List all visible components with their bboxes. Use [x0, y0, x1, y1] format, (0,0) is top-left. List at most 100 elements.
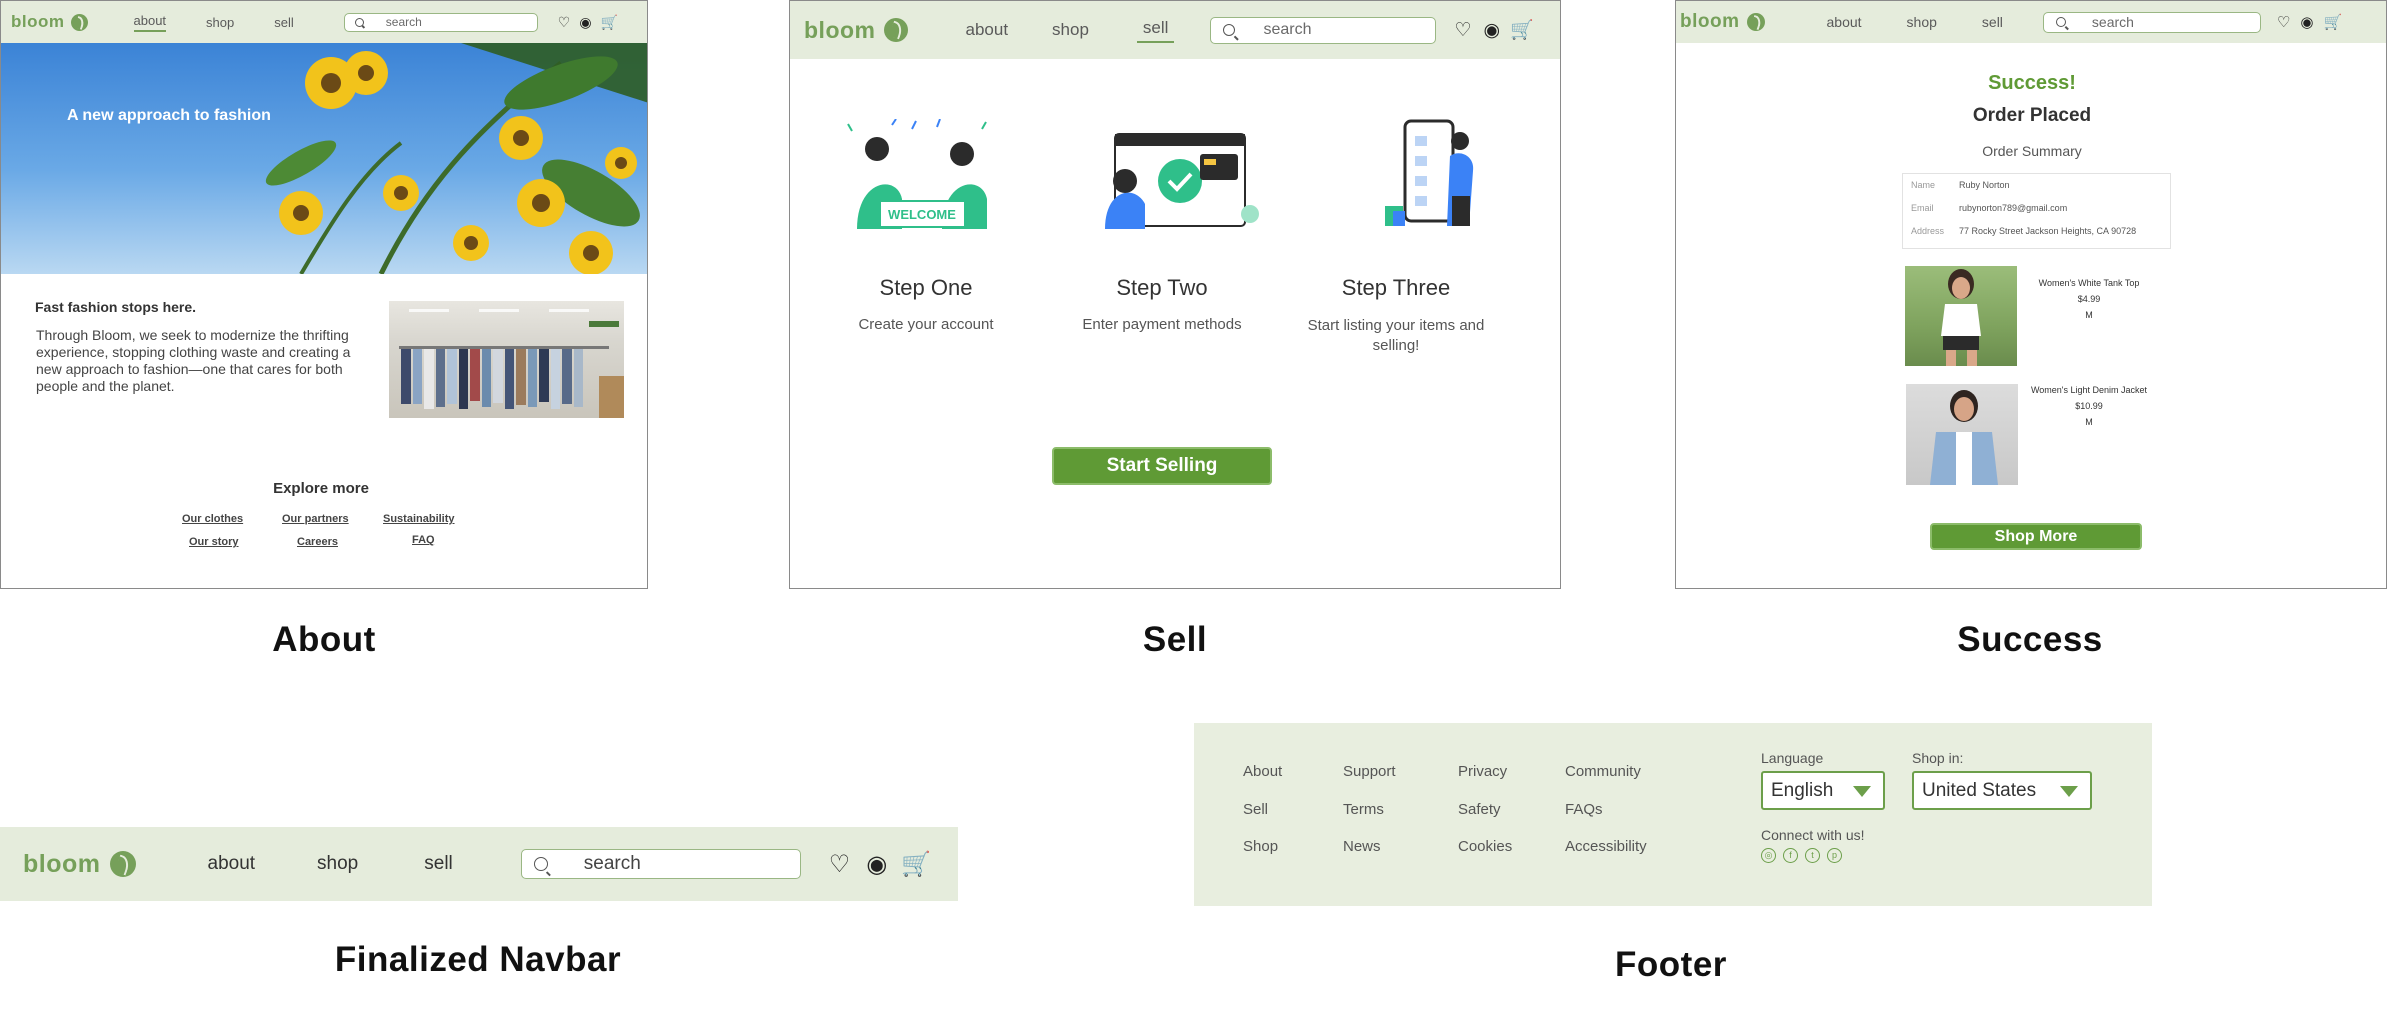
account-icon[interactable]: ◉ — [2300, 13, 2313, 31]
email-label: Email — [1911, 203, 1934, 213]
nav-shop[interactable]: shop — [206, 15, 234, 30]
step-three-desc: Start listing your items and selling! — [1307, 317, 1485, 354]
explore-our-story[interactable]: Our story — [189, 536, 239, 548]
footer-link-sell[interactable]: Sell — [1243, 801, 1268, 818]
logo[interactable]: bloom — [1680, 11, 1765, 33]
explore-our-clothes[interactable]: Our clothes — [182, 513, 243, 525]
language-label: Language — [1761, 750, 1824, 766]
footer-link-safety[interactable]: Safety — [1458, 801, 1501, 818]
facebook-icon[interactable]: f — [1783, 848, 1798, 863]
shop-more-button[interactable]: Shop More — [1930, 523, 2142, 550]
welcome-sign: WELCOME — [888, 207, 956, 222]
nav-sell[interactable]: sell — [424, 853, 453, 875]
cart-icon[interactable]: 🛒 — [2323, 13, 2342, 31]
success-frame: bloom about shop sell search ♡ ◉ 🛒 Succe… — [1675, 0, 2387, 589]
heart-icon[interactable]: ♡ — [829, 850, 851, 879]
nav-sell[interactable]: sell — [274, 15, 294, 30]
item-1-price: $4.99 — [2077, 294, 2101, 304]
email-value: rubynorton789@gmail.com — [1959, 203, 2068, 213]
address-label: Address — [1911, 226, 1945, 236]
cart-icon[interactable]: 🛒 — [901, 850, 931, 879]
sunflower-illustration — [265, 43, 647, 274]
explore-careers[interactable]: Careers — [297, 536, 338, 548]
account-icon[interactable]: ◉ — [866, 850, 887, 879]
caption-navbar: Finalized Navbar — [334, 940, 622, 979]
caption-sell: Sell — [1142, 620, 1208, 659]
step-two-title: Step Two — [1116, 275, 1208, 300]
item-photo-tank-top — [1905, 266, 2017, 366]
account-icon[interactable]: ◉ — [579, 14, 591, 31]
footer-link-accessibility[interactable]: Accessibility — [1565, 838, 1647, 855]
nav-about[interactable]: about — [966, 20, 1009, 40]
order-placed-title: Order Placed — [1972, 105, 2092, 126]
pinterest-icon[interactable]: p — [1827, 848, 1842, 863]
explore-our-partners[interactable]: Our partners — [282, 513, 349, 525]
leaf-logo-icon — [1746, 13, 1765, 31]
logo[interactable]: bloom — [23, 850, 136, 879]
search-input[interactable]: search — [2042, 11, 2261, 33]
explore-faq[interactable]: FAQ — [412, 534, 435, 546]
tank-top-model — [1941, 269, 1981, 366]
search-input[interactable]: search — [1210, 16, 1437, 44]
logo[interactable]: bloom — [11, 12, 88, 32]
explore-sustainability[interactable]: Sustainability — [383, 513, 455, 525]
logo[interactable]: bloom — [804, 17, 908, 44]
name-label: Name — [1911, 180, 1936, 190]
about-body: Through Bloom, we seek to modernize the … — [36, 327, 351, 394]
leaf-logo-icon — [70, 13, 88, 31]
footer-link-community[interactable]: Community — [1565, 763, 1641, 780]
heart-icon[interactable]: ♡ — [2277, 13, 2290, 31]
start-selling-button[interactable]: Start Selling — [1052, 447, 1272, 485]
instagram-icon[interactable]: ◎ — [1761, 848, 1776, 863]
order-details-box: Name Ruby Norton Email rubynorton789@gma… — [1902, 173, 2171, 249]
item-2-size: M — [2085, 417, 2093, 427]
heart-icon[interactable]: ♡ — [558, 14, 571, 31]
search-icon — [2055, 17, 2066, 27]
about-navbar: bloom about shop sell search ♡ ◉ 🛒 — [1, 1, 647, 43]
search-placeholder: search — [2091, 14, 2134, 30]
footer-link-terms[interactable]: Terms — [1343, 801, 1384, 818]
footer-link-about[interactable]: About — [1243, 763, 1282, 780]
nav-sell[interactable]: sell — [1982, 14, 2003, 30]
item-photo-denim-jacket — [1906, 384, 2018, 485]
search-icon — [354, 17, 364, 27]
address-value: 77 Rocky Street Jackson Heights, CA 9072… — [1959, 226, 2137, 236]
footer-link-support[interactable]: Support — [1343, 763, 1396, 780]
search-placeholder: search — [583, 853, 641, 874]
nav-shop[interactable]: shop — [1907, 14, 1937, 30]
nav-sell[interactable]: sell — [1136, 18, 1175, 43]
search-icon — [1223, 24, 1236, 36]
nav-about[interactable]: about — [208, 853, 256, 875]
nav-shop[interactable]: shop — [317, 853, 358, 875]
search-input[interactable]: search — [520, 849, 801, 879]
success-navbar: bloom about shop sell search ♡ ◉ 🛒 — [1676, 1, 2386, 43]
account-icon[interactable]: ◉ — [1483, 19, 1500, 42]
nav-about[interactable]: about — [133, 13, 167, 32]
heart-icon[interactable]: ♡ — [1454, 19, 1471, 42]
cart-icon[interactable]: 🛒 — [1510, 18, 1534, 42]
footer-link-privacy[interactable]: Privacy — [1458, 763, 1507, 780]
step-three-title: Step Three — [1341, 275, 1451, 300]
language-value: English — [1771, 779, 1834, 801]
step-one-title: Step One — [879, 275, 973, 300]
language-select[interactable]: English — [1761, 771, 1885, 810]
store-photo — [389, 301, 624, 418]
footer-link-news[interactable]: News — [1343, 838, 1381, 855]
twitter-icon[interactable]: t — [1805, 848, 1820, 863]
cart-icon[interactable]: 🛒 — [601, 14, 618, 31]
explore-title: Explore more — [273, 480, 369, 497]
connect-label: Connect with us! — [1761, 827, 1865, 843]
nav-about[interactable]: about — [1827, 14, 1862, 30]
footer-link-cookies[interactable]: Cookies — [1458, 838, 1512, 855]
nav-shop[interactable]: shop — [1052, 20, 1089, 40]
hero-text: A new approach to fashion — [67, 107, 271, 124]
search-input[interactable]: search — [343, 12, 538, 32]
item-2-name: Women's Light Denim Jacket — [2030, 385, 2148, 395]
chevron-down-icon — [1853, 786, 1871, 797]
country-select[interactable]: United States — [1912, 771, 2092, 810]
footer-link-shop[interactable]: Shop — [1243, 838, 1278, 855]
caption-footer: Footer — [1615, 945, 1727, 984]
footer-link-faqs[interactable]: FAQs — [1565, 801, 1603, 818]
search-icon — [533, 857, 548, 871]
item-1-size: M — [2085, 310, 2093, 320]
